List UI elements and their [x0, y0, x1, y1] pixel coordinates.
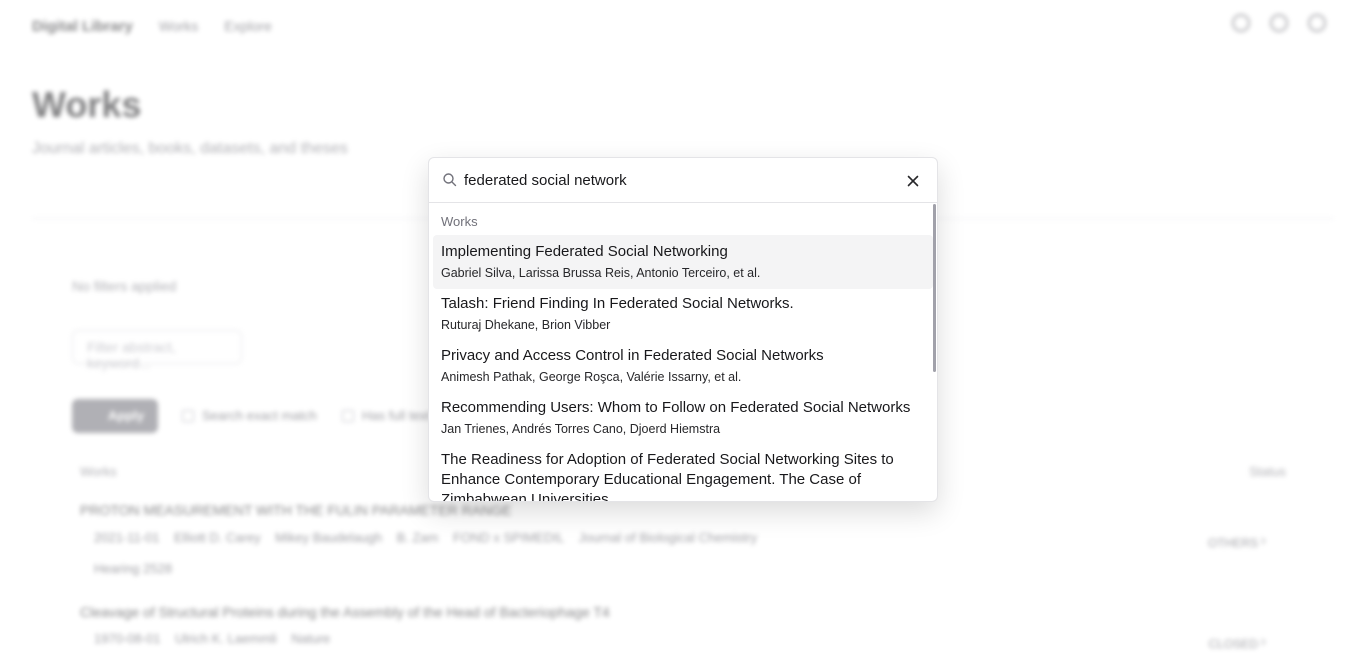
result-title: Talash: Friend Finding In Federated Soci…	[441, 295, 794, 312]
filter-input[interactable]: Filter abstract, keyword...	[72, 330, 242, 371]
row-journal: Journal of Biological Chemistry	[578, 530, 758, 545]
search-dialog: Works Implementing Federated Social Netw…	[428, 157, 938, 502]
search-result-item[interactable]: The Readiness for Adoption of Federated …	[433, 443, 933, 502]
chevron-right-icon[interactable]: ›	[1261, 532, 1266, 550]
result-authors: Jan Trienes, Andrés Torres Cano, Djoerd …	[441, 422, 721, 436]
search-bar	[429, 158, 937, 203]
result-title: Implementing Federated Social Networking	[441, 243, 728, 260]
search-result-item[interactable]: Privacy and Access Control in Federated …	[433, 339, 933, 393]
search-result-item[interactable]: Implementing Federated Social Networking…	[433, 235, 933, 289]
app-logo[interactable]: Digital Library	[32, 18, 133, 35]
table-header-status: Status	[1249, 464, 1286, 479]
row-author: Ulrich K. Laemmli	[174, 631, 277, 646]
row-source: FOND x SPIMEDIL	[452, 530, 565, 545]
top-icons	[1232, 14, 1326, 32]
search-result-item[interactable]: Talash: Friend Finding In Federated Soci…	[433, 287, 933, 341]
exact-match-checkbox[interactable]: Search exact match	[182, 408, 317, 423]
status-badge: OTHERS	[1207, 536, 1258, 550]
row-journal: Nature	[291, 631, 331, 646]
table-row-extra: Hearing 2528	[94, 561, 173, 576]
row-date: 1970-08-01	[94, 631, 161, 646]
search-icon[interactable]	[1232, 14, 1250, 32]
checkbox-box	[182, 409, 194, 422]
table-header-works: Works	[80, 464, 117, 479]
filters-label: No filters applied	[72, 278, 177, 294]
chevron-right-icon[interactable]: ›	[1261, 633, 1266, 651]
page-title: Works	[32, 84, 142, 125]
top-nav: Digital Library Works Explore	[32, 14, 272, 38]
status-badge: CLOSED	[1208, 637, 1258, 651]
checkbox-label: Has full text	[362, 408, 430, 423]
theme-toggle-icon[interactable]	[1308, 14, 1326, 32]
search-icon	[443, 173, 457, 187]
row-author: B. Zam	[396, 530, 439, 545]
page-subtitle: Journal articles, books, datasets, and t…	[32, 140, 348, 157]
nav-works[interactable]: Works	[159, 18, 198, 34]
apply-button[interactable]: Apply	[72, 399, 158, 433]
row-date: 2021-11-01	[94, 530, 160, 545]
result-authors: Animesh Pathak, George Roşca, Valérie Is…	[441, 370, 742, 384]
result-authors: Gabriel Silva, Larissa Brussa Reis, Anto…	[441, 266, 761, 280]
checkbox-box	[342, 409, 354, 422]
result-title: Recommending Users: Whom to Follow on Fe…	[441, 399, 911, 416]
results-group-label: Works	[441, 214, 478, 229]
result-title: The Readiness for Adoption of Federated …	[441, 451, 894, 502]
table-row-meta: 1970-08-01 Ulrich K. Laemmli Nature	[94, 631, 330, 646]
scrollbar[interactable]	[931, 203, 937, 501]
search-result-item[interactable]: Recommending Users: Whom to Follow on Fe…	[433, 391, 933, 445]
row-author: Elliott D. Carey	[174, 530, 261, 545]
result-title: Privacy and Access Control in Federated …	[441, 347, 824, 364]
table-row-title[interactable]: PROTON MEASUREMENT WITH THE FULIN PARAME…	[80, 502, 511, 518]
scrollbar-thumb[interactable]	[933, 204, 936, 372]
search-input[interactable]	[464, 168, 894, 193]
search-results-list[interactable]: Works Implementing Federated Social Netw…	[429, 203, 937, 502]
close-icon[interactable]	[906, 174, 920, 188]
checkbox-label: Search exact match	[202, 408, 317, 423]
row-author: Mikey Baudelaugh	[275, 530, 383, 545]
full-text-checkbox[interactable]: Has full text	[342, 408, 430, 423]
result-authors: Ruturaj Dhekane, Brion Vibber	[441, 318, 611, 332]
nav-explore[interactable]: Explore	[224, 18, 271, 34]
table-row-meta: 2021-11-01 Elliott D. Carey Mikey Baudel…	[94, 530, 757, 545]
table-row-title[interactable]: Cleavage of Structural Proteins during t…	[80, 604, 610, 620]
github-icon[interactable]	[1270, 14, 1288, 32]
